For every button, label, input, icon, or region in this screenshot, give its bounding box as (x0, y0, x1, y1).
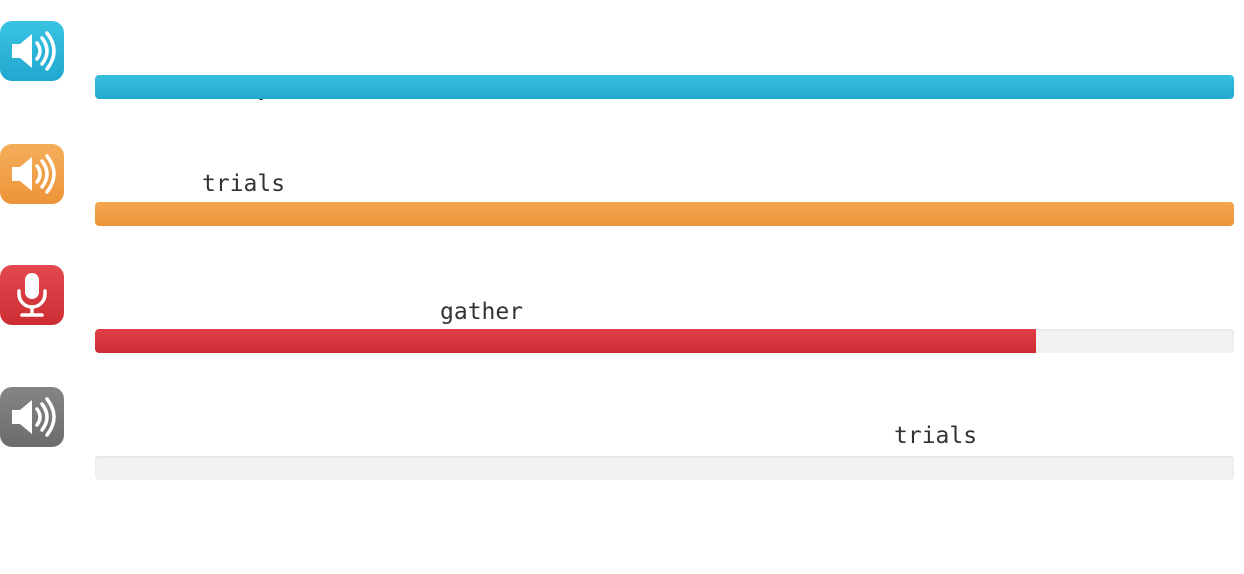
speaker-icon[interactable] (0, 387, 64, 447)
speaker-icon[interactable] (0, 21, 64, 81)
progress-fill (95, 75, 1234, 99)
progress-track (95, 75, 1234, 99)
progress-track (95, 456, 1234, 480)
row-3: ensayos trials (0, 244, 1244, 449)
microphone-icon[interactable] (0, 265, 64, 325)
progress-fill (95, 202, 1234, 226)
row-4 (0, 366, 1244, 480)
progress-track (95, 202, 1234, 226)
progress-fill (95, 329, 1036, 353)
speaker-icon[interactable] (0, 144, 64, 204)
row-1: ensayos trials (0, 0, 1244, 197)
row-2: colectar gather (0, 122, 1244, 325)
progress-track (95, 329, 1234, 353)
